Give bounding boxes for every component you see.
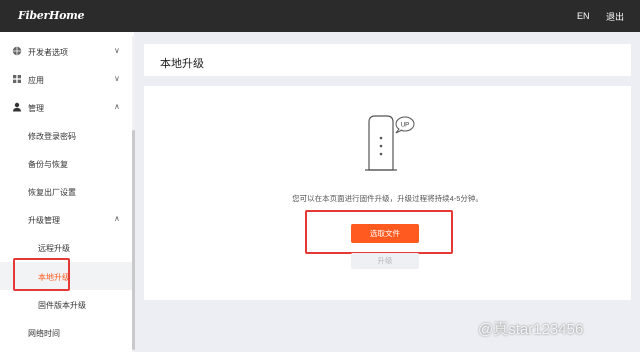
- logout-button[interactable]: 退出: [606, 10, 624, 23]
- sidebar-item-firmware-upgrade[interactable]: 固件版本升级: [0, 290, 132, 318]
- sidebar-item-developer[interactable]: 开发者选项 ∨: [0, 37, 132, 65]
- page-title: 本地升级: [160, 58, 204, 70]
- upgrade-description: 您可以在本页面进行固件升级，升级过程将持续4-5分钟。: [292, 194, 483, 203]
- sidebar-item-network-time[interactable]: 网络时间: [0, 318, 132, 346]
- sidebar: 开发者选项 ∨ 应用 ∨ 管理 ∧ 修改登录密码 备份与恢复 恢复出厂设置 升级…: [0, 32, 134, 352]
- chevron-down-icon: ∨: [114, 74, 120, 83]
- language-toggle[interactable]: EN: [577, 11, 590, 21]
- user-icon: [13, 102, 21, 112]
- annotation-highlight-sidebar: [13, 258, 70, 291]
- top-bar: FiberHome EN 退出: [0, 0, 640, 32]
- chevron-up-icon: ∧: [114, 214, 120, 223]
- select-file-button[interactable]: 选取文件: [351, 224, 419, 243]
- sidebar-item-remote-upgrade[interactable]: 远程升级: [0, 233, 132, 261]
- chevron-up-icon: ∧: [114, 102, 120, 111]
- chevron-down-icon: ∨: [114, 46, 120, 55]
- sidebar-item-management[interactable]: 管理 ∧: [0, 93, 132, 121]
- apps-icon: [13, 75, 21, 83]
- upgrade-button[interactable]: 升级: [351, 253, 419, 269]
- sidebar-item-apps[interactable]: 应用 ∨: [0, 65, 132, 93]
- router-device-icon: UP: [365, 115, 415, 171]
- watermark: @真star123456: [478, 321, 584, 338]
- update-bubble-label: UP: [401, 123, 409, 129]
- logo: FiberHome: [18, 9, 85, 22]
- upgrade-panel: UP 您可以在本页面进行固件升级，升级过程将持续4-5分钟。 选取文件 升级: [144, 86, 631, 300]
- sidebar-item-backup-restore[interactable]: 备份与恢复: [0, 149, 132, 177]
- sidebar-item-upgrade-management[interactable]: 升级管理 ∧: [0, 205, 132, 233]
- sidebar-item-change-password[interactable]: 修改登录密码: [0, 121, 132, 149]
- page-title-card: 本地升级: [144, 44, 631, 76]
- globe-icon: [12, 46, 22, 56]
- scroll-thumb[interactable]: [132, 130, 135, 350]
- sidebar-scrollbar[interactable]: [132, 36, 135, 352]
- sidebar-item-factory-reset[interactable]: 恢复出厂设置: [0, 177, 132, 205]
